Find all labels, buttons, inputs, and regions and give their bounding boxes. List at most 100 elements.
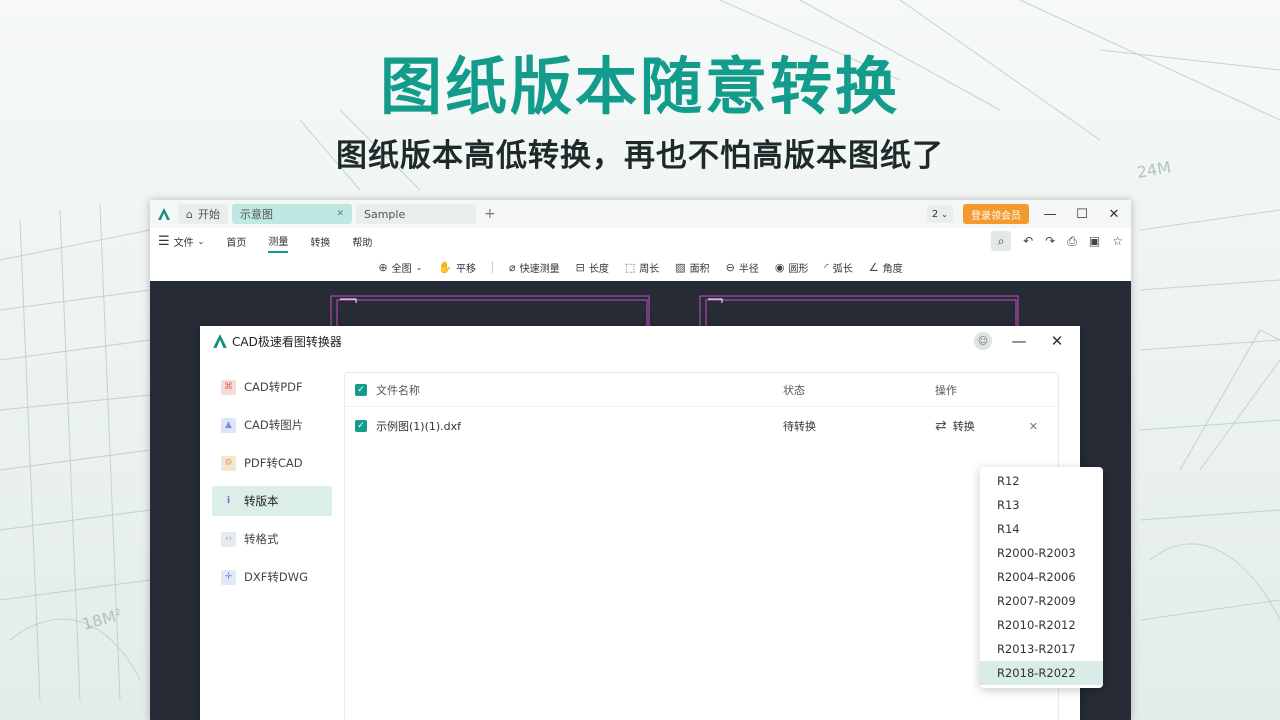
hero-subtitle: 图纸版本高低转换，再也不怕高版本图纸了 bbox=[336, 138, 944, 174]
version-option[interactable]: R2013-R2017 bbox=[980, 637, 1103, 661]
circle-icon: ◉ bbox=[774, 260, 785, 274]
select-all-checkbox[interactable]: ✓ bbox=[355, 383, 367, 396]
crosshair-icon: ✛ bbox=[221, 569, 236, 585]
cad-icon: ⚙ bbox=[221, 455, 236, 471]
tool-zoom-all[interactable]: ⊕ 全图 ⌄ bbox=[378, 260, 422, 275]
tool-arc[interactable]: ◜ 弧长 bbox=[824, 260, 852, 275]
tab-sample[interactable]: Sample bbox=[355, 204, 476, 224]
tool-pan[interactable]: ✋ 平移 bbox=[438, 260, 476, 275]
version-option[interactable]: R2007-R2009 bbox=[980, 589, 1103, 613]
home-icon: ⌂ bbox=[186, 207, 193, 221]
tool-length[interactable]: ⊟ 长度 bbox=[576, 260, 609, 275]
redo-icon[interactable]: ↷ bbox=[1045, 234, 1055, 248]
menu-help[interactable]: 帮助 bbox=[352, 231, 372, 252]
tool-label: 半径 bbox=[738, 263, 759, 275]
tool-label: 快速测量 bbox=[519, 263, 560, 275]
sidebar-item-dxf-to-dwg[interactable]: ✛ DXF转DWG bbox=[212, 562, 332, 592]
header-file-name: 文件名称 bbox=[376, 383, 420, 397]
close-window-icon[interactable]: ✕ bbox=[1103, 207, 1125, 222]
menu-home[interactable]: 首页 bbox=[226, 231, 246, 252]
close-window-icon[interactable]: ✕ bbox=[1046, 332, 1068, 350]
tool-label: 弧长 bbox=[832, 263, 853, 275]
version-option[interactable]: R2004-R2006 bbox=[980, 565, 1103, 589]
tool-label: 全图 bbox=[391, 263, 412, 275]
row-checkbox[interactable]: ✓ bbox=[355, 420, 367, 432]
chevron-down-icon: ⌄ bbox=[415, 262, 423, 272]
version-option[interactable]: R12 bbox=[980, 469, 1103, 493]
sidebar-item-label: PDF转CAD bbox=[244, 456, 303, 470]
add-tab-icon[interactable]: + bbox=[484, 206, 496, 222]
menu-label: 首页 bbox=[226, 237, 247, 249]
close-icon[interactable]: ✕ bbox=[336, 209, 344, 219]
minimize-icon[interactable]: — bbox=[1008, 332, 1030, 350]
file-menu-label: 文件 bbox=[173, 237, 194, 249]
app-logo-icon bbox=[212, 333, 228, 349]
code-icon: ‹› bbox=[221, 531, 236, 547]
perimeter-icon: ⬚ bbox=[624, 260, 636, 274]
user-avatar-icon[interactable]: ☺ bbox=[974, 332, 992, 350]
tool-label: 周长 bbox=[639, 263, 660, 275]
hand-icon: ✋ bbox=[438, 260, 452, 274]
measure-toolbar: ⊕ 全图 ⌄ ✋ 平移 ⌀ 快速测量 ⊟ 长度 ⬚ 周长 ▨ 面积 ⊖ 半径 ◉ 圆形 ◜ 弧长 ∠… bbox=[150, 254, 1131, 280]
sidebar-item-convert-format[interactable]: ‹› 转格式 bbox=[212, 524, 332, 554]
version-option[interactable]: R2010-R2012 bbox=[980, 613, 1103, 637]
title-bar: ⌂ 开始 示意图 ✕ Sample + 2 ⌄ 登录领会员 — ☐ ✕ bbox=[150, 200, 1131, 228]
tab-label: 示意图 bbox=[239, 208, 273, 221]
convert-button[interactable]: ⇄ 转换 bbox=[935, 418, 975, 434]
remove-file-icon[interactable]: ✕ bbox=[1029, 420, 1038, 433]
chevron-down-icon: ⌄ bbox=[197, 236, 205, 246]
menu-convert[interactable]: 转换 bbox=[310, 231, 330, 252]
menu-label: 测量 bbox=[268, 236, 289, 248]
maximize-icon[interactable]: ☐ bbox=[1071, 207, 1093, 222]
tool-perimeter[interactable]: ⬚ 周长 bbox=[625, 260, 659, 275]
zoom-all-icon: ⊕ bbox=[378, 260, 388, 274]
undo-icon[interactable]: ↶ bbox=[1023, 234, 1033, 248]
length-icon: ⊟ bbox=[575, 260, 585, 274]
tool-radius[interactable]: ⊖ 半径 bbox=[726, 260, 759, 275]
sidebar-item-label: CAD转图片 bbox=[244, 418, 304, 432]
hamburger-icon: ☰ bbox=[158, 233, 170, 249]
version-option[interactable]: R14 bbox=[980, 517, 1103, 541]
minimize-icon[interactable]: — bbox=[1039, 207, 1061, 222]
sidebar-item-label: 转版本 bbox=[244, 494, 279, 508]
menu-bar: ☰ 文件 ⌄ 首页 测量 转换 帮助 ⌕ ↶ ↷ ⎙ ▣ ☆ bbox=[150, 228, 1131, 254]
version-option[interactable]: R13 bbox=[980, 493, 1103, 517]
menu-label: 帮助 bbox=[352, 237, 373, 249]
convert-icon: ⇄ bbox=[935, 418, 947, 434]
tool-area[interactable]: ▨ 面积 bbox=[675, 260, 709, 275]
file-list-panel: ✓ 文件名称 状态 操作 ✓ 示例图(1)(1).dxf 待转换 ⇄ 转换 ✕ bbox=[344, 372, 1059, 720]
file-name: 示例图(1)(1).dxf bbox=[376, 420, 462, 433]
file-menu[interactable]: ☰ 文件 ⌄ bbox=[158, 231, 204, 252]
version-option-selected[interactable]: R2018-R2022 bbox=[980, 661, 1103, 685]
tool-quick-measure[interactable]: ⌀ 快速测量 bbox=[509, 260, 560, 275]
chevron-down-icon: ⌄ bbox=[941, 209, 948, 219]
app-logo-icon bbox=[156, 206, 172, 222]
sidebar-item-cad-to-pdf[interactable]: ⌘ CAD转PDF bbox=[212, 372, 332, 402]
image-icon: ▲ bbox=[221, 417, 236, 433]
tab-label: Sample bbox=[363, 207, 406, 221]
tool-circle[interactable]: ◉ 圆形 bbox=[775, 260, 809, 275]
ruler-icon: ⌀ bbox=[509, 260, 516, 274]
radius-icon: ⊖ bbox=[725, 260, 735, 274]
table-header: ✓ 文件名称 状态 操作 bbox=[345, 373, 1058, 407]
print-icon[interactable]: ⎙ bbox=[1067, 234, 1077, 249]
info-icon: i bbox=[226, 496, 231, 506]
file-status: 待转换 bbox=[783, 420, 816, 433]
tool-label: 圆形 bbox=[788, 263, 809, 275]
save-icon[interactable]: ▣ bbox=[1089, 234, 1100, 248]
sidebar-item-convert-version[interactable]: i 转版本 bbox=[212, 486, 332, 516]
page-selector[interactable]: 2 ⌄ bbox=[926, 205, 953, 223]
tool-angle[interactable]: ∠ 角度 bbox=[869, 260, 903, 275]
star-icon[interactable]: ☆ bbox=[1112, 234, 1123, 248]
sidebar-item-cad-to-image[interactable]: ▲ CAD转图片 bbox=[212, 410, 332, 440]
tab-start[interactable]: ⌂ 开始 bbox=[178, 204, 228, 224]
sidebar-item-pdf-to-cad[interactable]: ⚙ PDF转CAD bbox=[212, 448, 332, 478]
toolbar-divider bbox=[492, 261, 493, 273]
converter-sidebar: ⌘ CAD转PDF ▲ CAD转图片 ⚙ PDF转CAD i 转版本 ‹› 转格… bbox=[212, 372, 332, 600]
tab-diagram[interactable]: 示意图 ✕ bbox=[231, 204, 352, 224]
vip-login-button[interactable]: 登录领会员 bbox=[963, 204, 1029, 224]
version-option[interactable]: R2000-R2003 bbox=[980, 541, 1103, 565]
search-icon[interactable]: ⌕ bbox=[991, 231, 1012, 251]
angle-icon: ∠ bbox=[868, 260, 879, 274]
menu-measure[interactable]: 测量 bbox=[268, 230, 289, 253]
